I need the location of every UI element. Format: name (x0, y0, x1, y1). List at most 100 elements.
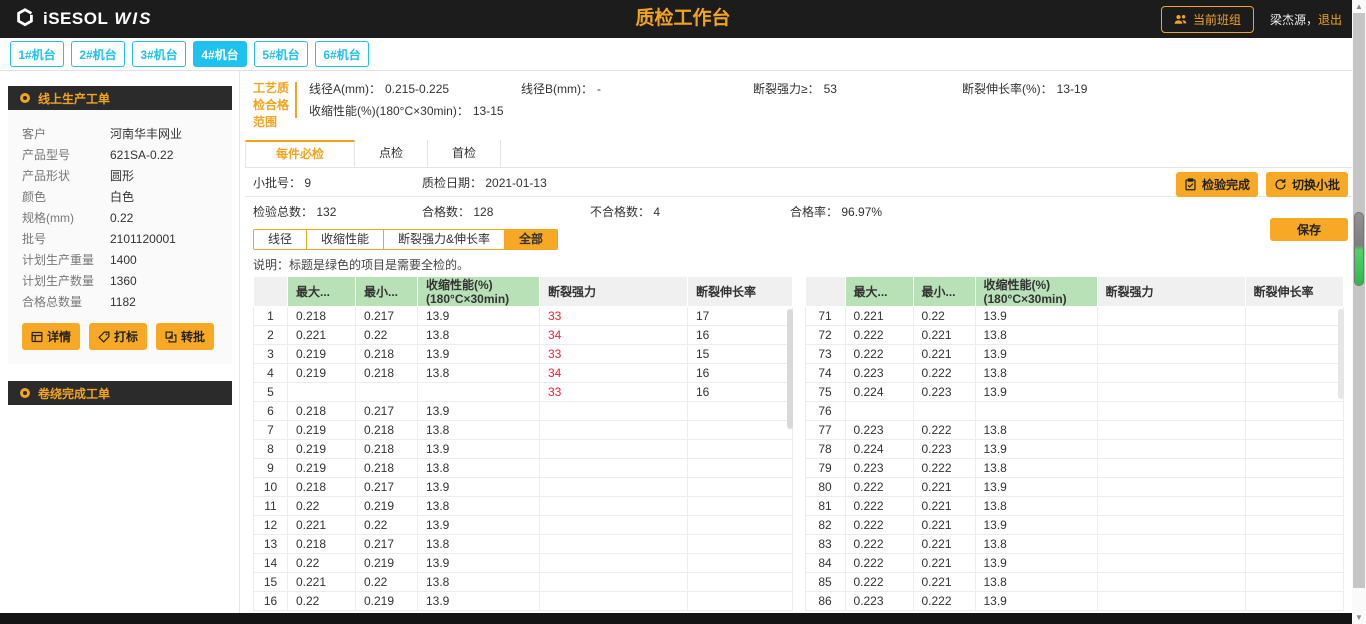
cell-max-diameter: 0.218 (288, 535, 356, 554)
order-actions: 详情 打标转批 (22, 323, 222, 350)
cell-shrinkage: 13.9 (418, 516, 540, 535)
cell-min-diameter: 0.222 (913, 421, 975, 440)
scroll-position-indicator[interactable] (1354, 212, 1364, 286)
transfer-icon (165, 331, 177, 343)
table-header: 最大...最小...收缩性能(%)(180°C×30min)断裂强力断裂伸长率 (805, 277, 1344, 307)
scroll-up-icon[interactable]: ▲ (1352, 0, 1366, 13)
cell-break-force (1097, 573, 1245, 592)
table-scrollbar-thumb[interactable] (787, 309, 793, 429)
machine-tab-4[interactable]: 4#机台 (193, 41, 247, 67)
save-button[interactable]: 保存 (1270, 218, 1348, 241)
cell-elongation: 17 (688, 307, 793, 326)
cell-shrinkage: 13.9 (418, 307, 540, 326)
spec-item-label: 断裂伸长率(%)： (962, 82, 1053, 96)
cell-break-force (540, 402, 688, 421)
cell-break-force (1097, 421, 1245, 440)
switch-batch-icon (1274, 178, 1287, 191)
inspection-complete-button[interactable]: 检验完成 (1176, 172, 1258, 197)
winding-order-header[interactable]: 卷绕完成工单 (8, 381, 232, 405)
row-index: 7 (254, 421, 288, 440)
sidebar-main-divider (239, 71, 240, 613)
page-scrollbar-thumb[interactable] (1353, 13, 1365, 588)
cell-elongation (1245, 459, 1344, 478)
spec-item-value: 53 (824, 82, 837, 96)
table-row: 720.2220.22113.8 (805, 326, 1344, 345)
detail-label: 详情 (47, 328, 71, 345)
column-header (254, 277, 288, 307)
order-field: 客户河南华丰网业 (22, 123, 222, 144)
table-row: 710.2210.2213.9 (805, 307, 1344, 326)
cell-elongation (688, 573, 793, 592)
cell-elongation: 16 (688, 364, 793, 383)
cell-elongation (688, 459, 793, 478)
filter-segment-3[interactable]: 断裂强力&伸长率 (384, 230, 505, 249)
spec-item-value: - (597, 82, 601, 96)
cell-break-force (1097, 592, 1245, 611)
order-field: 规格(mm)0.22 (22, 207, 222, 228)
sidebar: 线上生产工单 客户河南华丰网业产品型号621SA-0.22产品形状圆形颜色白色规… (8, 86, 232, 405)
filter-row: 线径收缩性能断裂强力&伸长率全部 (253, 229, 1352, 250)
row-index: 4 (254, 364, 288, 383)
machine-tab-2[interactable]: 2#机台 (71, 41, 125, 67)
row-index: 80 (805, 478, 845, 497)
cell-elongation (1245, 554, 1344, 573)
row-index: 75 (805, 383, 845, 402)
cell-shrinkage: 13.9 (975, 345, 1097, 364)
row-index: 82 (805, 516, 845, 535)
table-row: 770.2230.22213.8 (805, 421, 1344, 440)
cell-max-diameter: 0.223 (845, 459, 913, 478)
machine-tab-6[interactable]: 6#机台 (315, 41, 369, 67)
page-scrollbar[interactable]: ▲ ▼ (1352, 0, 1366, 624)
table-row: 790.2230.22213.8 (805, 459, 1344, 478)
machine-tab-3[interactable]: 3#机台 (132, 41, 186, 67)
table-row: 160.220.21913.9 (254, 592, 793, 611)
bullet-circle-icon (20, 93, 30, 103)
row-index: 79 (805, 459, 845, 478)
table-row: 40.2190.21813.83416 (254, 364, 793, 383)
cell-max-diameter: 0.222 (845, 535, 913, 554)
row-index: 14 (254, 554, 288, 573)
cell-break-force (1097, 345, 1245, 364)
spec-item-1: 线径A(mm)：0.215-0.225 (309, 80, 521, 102)
column-header: 最大... (288, 277, 356, 307)
cell-break-force (540, 421, 688, 440)
filter-segment-2[interactable]: 收缩性能 (307, 230, 384, 249)
filter-segment-1[interactable]: 线径 (254, 230, 307, 249)
cell-elongation (1245, 478, 1344, 497)
cell-shrinkage: 13.8 (418, 573, 540, 592)
switch-batch-button[interactable]: 切换小批 (1266, 172, 1348, 197)
stat-label: 不合格数： (590, 205, 653, 219)
detail-button[interactable]: 详情 (22, 323, 80, 350)
logout-link[interactable]: 退出 (1318, 13, 1342, 27)
cell-min-diameter: 0.217 (356, 535, 418, 554)
bottom-strip (0, 613, 1352, 624)
scroll-down-icon[interactable]: ▼ (1352, 611, 1366, 624)
cell-break-force (540, 592, 688, 611)
cell-max-diameter: 0.22 (288, 554, 356, 573)
machine-tab-5[interactable]: 5#机台 (254, 41, 308, 67)
current-team-button[interactable]: 当前班组 (1161, 6, 1254, 33)
machine-tab-1[interactable]: 1#机台 (10, 41, 64, 67)
cell-elongation: 16 (688, 326, 793, 345)
cell-max-diameter: 0.224 (845, 440, 913, 459)
inspection-tab-3[interactable]: 首检 (428, 140, 501, 167)
row-index: 85 (805, 573, 845, 592)
mark-button[interactable]: 打标 (89, 323, 147, 350)
table-row: 150.2210.2213.8 (254, 573, 793, 592)
filter-segment-4[interactable]: 全部 (505, 230, 557, 249)
winding-order-title: 卷绕完成工单 (38, 385, 110, 402)
inspection-tab-1[interactable]: 每件必检 (245, 140, 355, 167)
cell-min-diameter: 0.219 (356, 592, 418, 611)
table-scrollbar-thumb[interactable] (1338, 309, 1344, 399)
column-header: 断裂伸长率 (1245, 277, 1344, 307)
cell-shrinkage: 13.8 (418, 421, 540, 440)
inspection-tab-2[interactable]: 点检 (355, 140, 428, 167)
cell-elongation (1245, 421, 1344, 440)
cell-shrinkage: 13.8 (975, 364, 1097, 383)
spec-side-label: 工艺质检合格范围 (253, 80, 293, 140)
transfer-batch-button[interactable]: 转批 (156, 323, 214, 350)
cell-break-force (540, 459, 688, 478)
cell-max-diameter: 0.223 (845, 421, 913, 440)
cell-elongation: 16 (688, 383, 793, 402)
cell-min-diameter: 0.221 (913, 497, 975, 516)
